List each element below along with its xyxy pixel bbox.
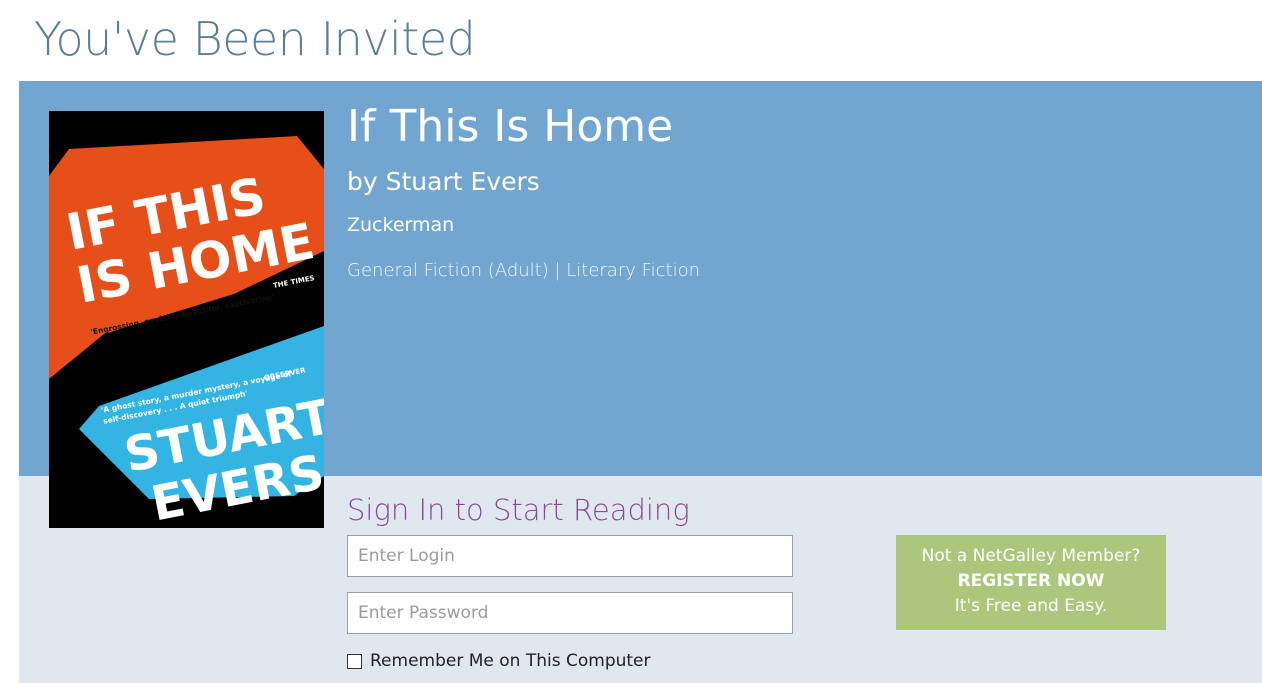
signin-heading: Sign In to Start Reading <box>347 493 690 527</box>
book-info: If This Is Home by Stuart Evers Zuckerma… <box>347 101 701 282</box>
register-now-label: REGISTER NOW <box>957 571 1105 591</box>
remember-me-label: Remember Me on This Computer <box>370 651 651 671</box>
invitation-panel: IF THIS IS HOME 'Engrossing, enviably be… <box>19 81 1262 683</box>
book-cover: IF THIS IS HOME 'Engrossing, enviably be… <box>49 111 324 528</box>
register-button[interactable]: Not a NetGalley Member? REGISTER NOW It'… <box>896 535 1166 630</box>
remember-me-checkbox[interactable] <box>347 653 362 669</box>
book-publisher: Zuckerman <box>347 214 455 237</box>
book-author: by Stuart Evers <box>347 167 540 197</box>
register-tagline: It's Free and Easy. <box>954 596 1108 616</box>
login-input[interactable] <box>347 535 793 577</box>
book-categories: General Fiction (Adult) | Literary Ficti… <box>347 260 701 282</box>
book-title: If This Is Home <box>347 101 674 152</box>
page-title: You've Been Invited <box>34 12 476 66</box>
register-prompt: Not a NetGalley Member? <box>921 546 1141 566</box>
password-input[interactable] <box>347 592 793 634</box>
remember-me[interactable]: Remember Me on This Computer <box>347 651 651 671</box>
